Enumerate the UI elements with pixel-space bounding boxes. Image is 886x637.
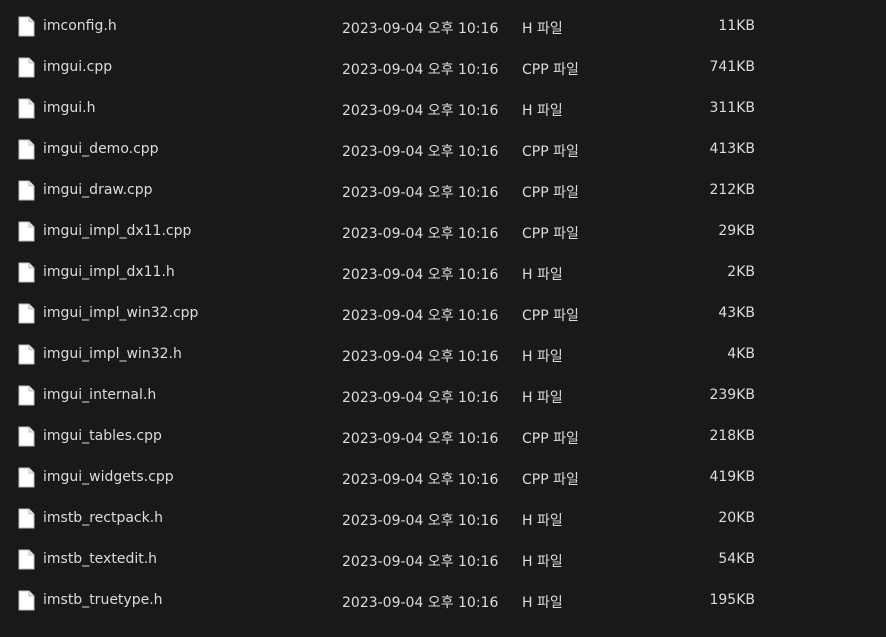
file-modified-date: 2023-09-04 오후 10:16 — [342, 21, 499, 37]
document-icon — [18, 508, 35, 529]
file-modified-date: 2023-09-04 오후 10:16 — [342, 595, 499, 611]
document-icon — [18, 221, 35, 242]
file-modified-date: 2023-09-04 오후 10:16 — [342, 267, 499, 283]
file-name: imstb_rectpack.h — [43, 510, 164, 526]
document-icon — [18, 549, 35, 570]
file-row[interactable]: imgui_impl_dx11.cpp 2023-09-04 오후 10:16 CP… — [0, 215, 886, 256]
file-size: 212KB — [709, 182, 755, 198]
document-icon — [18, 16, 35, 37]
file-row[interactable]: imstb_rectpack.h 2023-09-04 오후 10:16 H 파일 2… — [0, 502, 886, 543]
file-type: H 파일 — [522, 554, 563, 570]
file-name: imgui_demo.cpp — [43, 141, 159, 157]
file-type: CPP 파일 — [522, 62, 579, 78]
file-row[interactable]: imgui_tables.cpp 2023-09-04 오후 10:16 CPP 파… — [0, 420, 886, 461]
file-size: 2KB — [727, 264, 755, 280]
file-name: imgui_impl_win32.h — [43, 346, 182, 362]
document-icon — [18, 426, 35, 447]
file-modified-date: 2023-09-04 오후 10:16 — [342, 431, 499, 447]
document-icon — [18, 98, 35, 119]
file-modified-date: 2023-09-04 오후 10:16 — [342, 513, 499, 529]
file-size: 54KB — [718, 551, 755, 567]
file-size: 741KB — [709, 59, 755, 75]
file-row[interactable]: imstb_truetype.h 2023-09-04 오후 10:16 H 파일 1… — [0, 584, 886, 625]
file-name: imgui_impl_dx11.cpp — [43, 223, 192, 239]
file-size: 195KB — [709, 592, 755, 608]
file-name: imgui_draw.cpp — [43, 182, 153, 198]
document-icon — [18, 385, 35, 406]
file-name: imgui_impl_dx11.h — [43, 264, 175, 280]
document-icon — [18, 590, 35, 611]
file-row[interactable]: imgui_demo.cpp 2023-09-04 오후 10:16 CPP 파일 4… — [0, 133, 886, 174]
file-size: 20KB — [718, 510, 755, 526]
file-name: imconfig.h — [43, 18, 117, 34]
file-size: 4KB — [727, 346, 755, 362]
file-type: H 파일 — [522, 267, 563, 283]
file-size: 29KB — [718, 223, 755, 239]
file-size: 43KB — [718, 305, 755, 321]
file-row[interactable]: imgui_draw.cpp 2023-09-04 오후 10:16 CPP 파일 2… — [0, 174, 886, 215]
document-icon — [18, 262, 35, 283]
file-modified-date: 2023-09-04 오후 10:16 — [342, 349, 499, 365]
file-row[interactable]: imgui_impl_dx11.h 2023-09-04 오후 10:16 H 파일… — [0, 256, 886, 297]
file-size: 311KB — [709, 100, 755, 116]
file-modified-date: 2023-09-04 오후 10:16 — [342, 62, 499, 78]
document-icon — [18, 467, 35, 488]
file-row[interactable]: imgui_impl_win32.h 2023-09-04 오후 10:16 H 파… — [0, 338, 886, 379]
file-type: H 파일 — [522, 390, 563, 406]
document-icon — [18, 57, 35, 78]
file-type: H 파일 — [522, 21, 563, 37]
file-name: imstb_truetype.h — [43, 592, 163, 608]
file-type: H 파일 — [522, 103, 563, 119]
file-name: imstb_textedit.h — [43, 551, 158, 567]
file-type: H 파일 — [522, 513, 563, 529]
file-size: 218KB — [709, 428, 755, 444]
document-icon — [18, 180, 35, 201]
file-name: imgui.h — [43, 100, 96, 116]
file-row[interactable]: imstb_textedit.h 2023-09-04 오후 10:16 H 파일 5… — [0, 543, 886, 584]
file-name: imgui_tables.cpp — [43, 428, 162, 444]
file-modified-date: 2023-09-04 오후 10:16 — [342, 472, 499, 488]
file-type: CPP 파일 — [522, 226, 579, 242]
document-icon — [18, 303, 35, 324]
file-size: 11KB — [718, 18, 755, 34]
file-name: imgui.cpp — [43, 59, 113, 75]
file-row[interactable]: imgui.h 2023-09-04 오후 10:16 H 파일 311KB — [0, 92, 886, 133]
file-list: imconfig.h 2023-09-04 오후 10:16 H 파일 11KB img… — [0, 0, 886, 637]
file-modified-date: 2023-09-04 오후 10:16 — [342, 144, 499, 160]
file-row[interactable]: imgui_internal.h 2023-09-04 오후 10:16 H 파일 2… — [0, 379, 886, 420]
file-modified-date: 2023-09-04 오후 10:16 — [342, 226, 499, 242]
document-icon — [18, 344, 35, 365]
file-row[interactable]: imgui.cpp 2023-09-04 오후 10:16 CPP 파일 741KB — [0, 51, 886, 92]
file-type: CPP 파일 — [522, 431, 579, 447]
file-row[interactable]: imgui_impl_win32.cpp 2023-09-04 오후 10:16 C… — [0, 297, 886, 338]
file-modified-date: 2023-09-04 오후 10:16 — [342, 390, 499, 406]
file-modified-date: 2023-09-04 오후 10:16 — [342, 554, 499, 570]
file-name: imgui_widgets.cpp — [43, 469, 174, 485]
file-modified-date: 2023-09-04 오후 10:16 — [342, 308, 499, 324]
file-size: 419KB — [709, 469, 755, 485]
file-row[interactable]: imgui_widgets.cpp 2023-09-04 오후 10:16 CPP … — [0, 461, 886, 502]
file-size: 239KB — [709, 387, 755, 403]
file-name: imgui_impl_win32.cpp — [43, 305, 199, 321]
file-modified-date: 2023-09-04 오후 10:16 — [342, 103, 499, 119]
file-type: CPP 파일 — [522, 308, 579, 324]
file-type: CPP 파일 — [522, 472, 579, 488]
document-icon — [18, 139, 35, 160]
file-type: CPP 파일 — [522, 185, 579, 201]
file-row[interactable]: imconfig.h 2023-09-04 오후 10:16 H 파일 11KB — [0, 10, 886, 51]
file-type: H 파일 — [522, 349, 563, 365]
file-size: 413KB — [709, 141, 755, 157]
file-type: H 파일 — [522, 595, 563, 611]
file-name: imgui_internal.h — [43, 387, 157, 403]
file-modified-date: 2023-09-04 오후 10:16 — [342, 185, 499, 201]
file-type: CPP 파일 — [522, 144, 579, 160]
